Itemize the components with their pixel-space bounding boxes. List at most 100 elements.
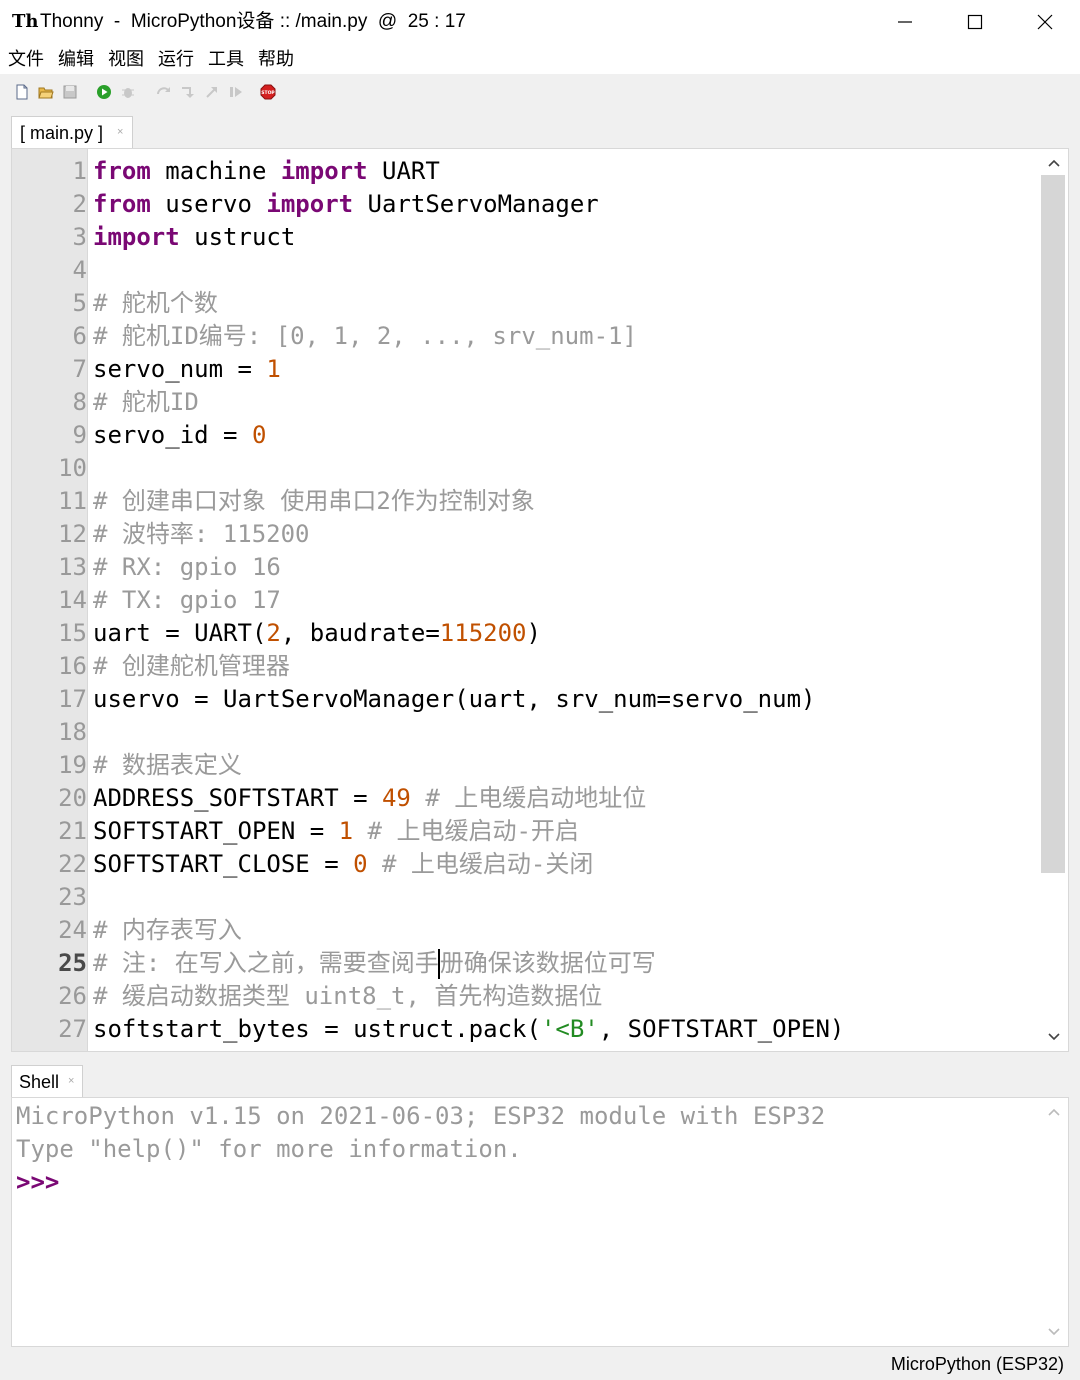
- menu-help[interactable]: 帮助: [258, 48, 294, 70]
- code-line[interactable]: # RX: gpio 16: [93, 551, 1038, 584]
- line-number: 27: [58, 1015, 87, 1043]
- code-line[interactable]: # 舵机ID: [93, 386, 1038, 419]
- tab-close-icon[interactable]: ×: [117, 125, 123, 139]
- code-line[interactable]: uart = UART(2, baudrate=115200): [93, 617, 1038, 650]
- code-token: , baudrate=: [280, 619, 440, 647]
- code-line[interactable]: import ustruct: [93, 221, 1038, 254]
- code-editor[interactable]: 1 2 3 4 5 6 7 8 9 10 11 12 13 14 15 16 17 18 19 20 21 22 23 24 2…: [11, 148, 1069, 1052]
- menu-run[interactable]: 运行: [158, 48, 194, 70]
- code-token: from: [93, 157, 151, 185]
- menu-view[interactable]: 视图: [108, 48, 144, 70]
- run-icon[interactable]: [96, 84, 112, 100]
- code-line[interactable]: from machine import UART: [93, 155, 1038, 188]
- code-line[interactable]: # 舵机ID编号: [0, 1, 2, ..., srv_num-1]: [93, 320, 1038, 353]
- code-line[interactable]: servo_num = 1: [93, 353, 1038, 386]
- menu-edit[interactable]: 编辑: [58, 48, 94, 70]
- debug-icon[interactable]: [120, 84, 136, 100]
- line-number: 13: [58, 553, 87, 581]
- menu-tools[interactable]: 工具: [208, 48, 244, 70]
- code-line[interactable]: # 创建串口对象 使用串口2作为控制对象: [93, 485, 1038, 518]
- code-line[interactable]: from uservo import UartServoManager: [93, 188, 1038, 221]
- code-line[interactable]: # 注: 在写入之前，需要查阅手册确保该数据位可写: [93, 947, 1038, 980]
- code-token: softstart_bytes = ustruct.pack(: [93, 1015, 541, 1043]
- open-file-icon[interactable]: [38, 84, 54, 100]
- minimize-button[interactable]: [870, 0, 940, 44]
- line-number: 12: [58, 520, 87, 548]
- code-line[interactable]: # 创建舵机管理器: [93, 650, 1038, 683]
- line-number: 25: [58, 949, 87, 977]
- line-number: 14: [58, 586, 87, 614]
- status-bar: MicroPython (ESP32): [0, 1347, 1080, 1380]
- shell-prompt[interactable]: >>>: [16, 1166, 825, 1199]
- code-token: machine: [150, 157, 281, 185]
- code-line[interactable]: [93, 716, 1038, 749]
- code-token: servo_num =: [93, 355, 267, 383]
- line-number: 5: [72, 289, 87, 317]
- close-button[interactable]: [1010, 0, 1080, 44]
- code-line[interactable]: servo_id = 0: [93, 419, 1038, 452]
- code-token: # 注: 在写入之前，需要查阅手: [93, 949, 439, 977]
- code-line[interactable]: # TX: gpio 17: [93, 584, 1038, 617]
- code-token: # 上电缓启动地址位: [410, 784, 647, 812]
- save-icon[interactable]: [62, 84, 78, 100]
- step-over-icon[interactable]: [156, 84, 172, 100]
- code-line[interactable]: # 数据表定义: [93, 749, 1038, 782]
- scroll-down-icon[interactable]: [1046, 1029, 1062, 1045]
- code-token: 1: [266, 355, 281, 383]
- code-line[interactable]: ADDRESS_SOFTSTART = 49 # 上电缓启动地址位: [93, 782, 1038, 815]
- code-token: # 舵机ID: [93, 388, 199, 416]
- scroll-down-icon[interactable]: [1046, 1324, 1062, 1340]
- gutter-divider: [87, 149, 88, 1051]
- shell-vertical-scrollbar[interactable]: [1040, 1098, 1068, 1346]
- scroll-up-icon[interactable]: [1046, 155, 1062, 171]
- line-number: 17: [58, 685, 87, 713]
- shell-panel[interactable]: MicroPython v1.15 on 2021-06-03; ESP32 m…: [11, 1097, 1069, 1347]
- shell-tab-close-icon[interactable]: ×: [68, 1074, 74, 1088]
- editor-scroll-thumb[interactable]: [1041, 175, 1065, 873]
- code-token: # 波特率: 115200: [93, 520, 310, 548]
- code-token: # 数据表定义: [93, 751, 242, 779]
- code-line[interactable]: SOFTSTART_OPEN = 1 # 上电缓启动-开启: [93, 815, 1038, 848]
- code-token: import: [280, 157, 368, 185]
- line-number: 16: [58, 652, 87, 680]
- code-line[interactable]: [93, 452, 1038, 485]
- line-number-gutter: 1 2 3 4 5 6 7 8 9 10 11 12 13 14 15 16 17 18 19 20 21 22 23 24 2…: [12, 149, 87, 1051]
- editor-vertical-scrollbar[interactable]: [1040, 149, 1068, 1051]
- code-line[interactable]: # 波特率: 115200: [93, 518, 1038, 551]
- line-number: 15: [58, 619, 87, 647]
- code-line[interactable]: # 缓启动数据类型 uint8_t, 首先构造数据位: [93, 980, 1038, 1013]
- code-line[interactable]: softstart_bytes = ustruct.pack('<B', SOF…: [93, 1013, 1038, 1046]
- code-text-area[interactable]: from machine import UART from uservo impo…: [93, 155, 1038, 1046]
- interpreter-selector[interactable]: MicroPython (ESP32): [891, 1353, 1064, 1375]
- step-into-icon[interactable]: [180, 84, 196, 100]
- code-token: UartServoManager: [353, 190, 599, 218]
- code-line[interactable]: SOFTSTART_CLOSE = 0 # 上电缓启动-关闭: [93, 848, 1038, 881]
- code-token: 49: [381, 784, 411, 812]
- new-file-icon[interactable]: [14, 84, 30, 100]
- line-number: 8: [72, 388, 87, 416]
- line-number: 26: [58, 982, 87, 1010]
- resume-icon[interactable]: [228, 84, 244, 100]
- menu-bar: 文件 编辑 视图 运行 工具 帮助: [0, 44, 1080, 74]
- step-out-icon[interactable]: [204, 84, 220, 100]
- line-number: 1: [72, 157, 87, 185]
- menu-file[interactable]: 文件: [8, 48, 44, 70]
- tab-shell[interactable]: Shell ×: [11, 1065, 83, 1097]
- code-line[interactable]: [93, 881, 1038, 914]
- line-number: 23: [58, 883, 87, 911]
- code-line[interactable]: uservo = UartServoManager(uart, srv_num=…: [93, 683, 1038, 716]
- code-token: uservo: [150, 190, 267, 218]
- code-token: # 舵机个数: [93, 289, 218, 317]
- maximize-button[interactable]: [940, 0, 1010, 44]
- code-token: 2: [266, 619, 281, 647]
- thonny-icon: Th: [12, 11, 39, 32]
- code-token: # 内存表写入: [93, 916, 242, 944]
- code-token: # 创建舵机管理器: [93, 652, 290, 680]
- code-line[interactable]: # 内存表写入: [93, 914, 1038, 947]
- scroll-up-icon[interactable]: [1046, 1104, 1062, 1120]
- code-token: 0: [353, 850, 368, 878]
- code-line[interactable]: # 舵机个数: [93, 287, 1038, 320]
- stop-icon[interactable]: STOP: [260, 84, 276, 100]
- tab-main-py[interactable]: [ main.py ] ×: [11, 116, 133, 148]
- code-line[interactable]: [93, 254, 1038, 287]
